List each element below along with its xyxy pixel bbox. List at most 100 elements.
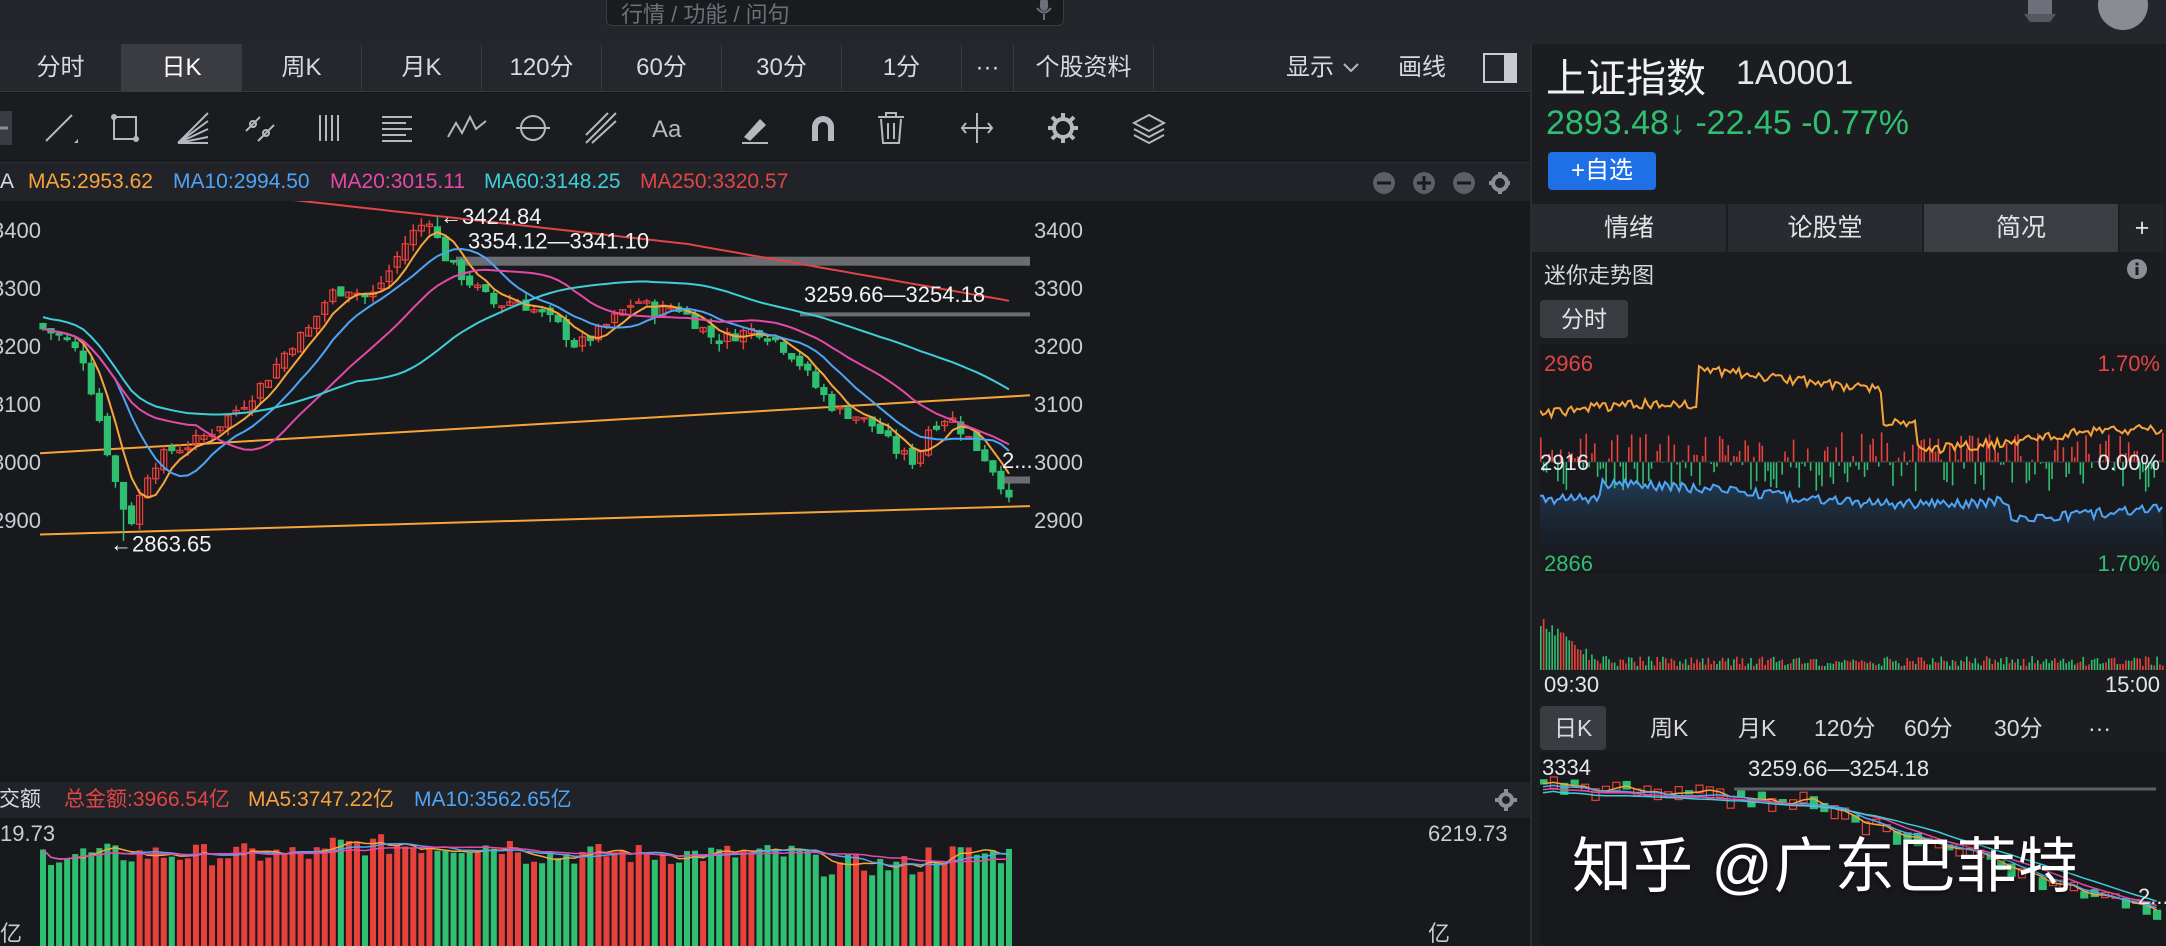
tab-profile[interactable]: 简况 xyxy=(1924,204,2120,252)
zoom-in-icon[interactable] xyxy=(1413,172,1435,194)
mini-time-start: 09:30 xyxy=(1544,672,1599,697)
mini-flow-bar xyxy=(1704,437,1707,462)
cycle-tool-icon[interactable] xyxy=(512,107,554,149)
add-watchlist-button[interactable]: +自选 xyxy=(1548,152,1656,190)
mini-volume-bar xyxy=(2062,658,2065,670)
mini-volume-bar xyxy=(1724,661,1727,670)
tab-30min[interactable]: 30分 xyxy=(722,44,842,92)
microphone-icon[interactable] xyxy=(1035,0,1053,21)
fibonacci-icon[interactable] xyxy=(376,107,418,149)
mini-volume-bar xyxy=(1789,663,1792,670)
candle-body xyxy=(997,470,1005,490)
candle-body xyxy=(95,392,103,422)
mini-tab-30min[interactable]: 30分 xyxy=(1994,706,2043,750)
tab-stock-profile[interactable]: 个股资料 xyxy=(1014,44,1154,92)
mini-tab-weekly-k[interactable]: 周K xyxy=(1650,706,1688,750)
volume-settings-icon[interactable] xyxy=(1494,788,1518,812)
volume-bar xyxy=(506,841,513,946)
info-icon[interactable] xyxy=(2126,258,2148,280)
mini-volume-bar xyxy=(1699,662,1701,670)
mini-volume-bar xyxy=(1679,661,1681,670)
candle-body xyxy=(449,259,458,263)
mini-volume-bar xyxy=(1778,660,1781,670)
draw-line-button[interactable]: 画线 xyxy=(1398,44,1446,92)
mini-flow-bar xyxy=(1755,462,1758,482)
panel-toggle-icon[interactable] xyxy=(1482,52,1518,84)
mini-tab-60min[interactable]: 60分 xyxy=(1904,706,1953,750)
search-input[interactable]: 行情 / 功能 / 问句 xyxy=(606,0,1064,27)
mini-tab-120min[interactable]: 120分 xyxy=(1814,706,1875,750)
mini-flow-bar xyxy=(1630,434,1633,462)
cycle-lines-icon[interactable] xyxy=(310,107,352,149)
share-icon[interactable] xyxy=(2020,0,2060,22)
mini-flow-bar xyxy=(1733,455,1735,462)
tab-fenshi[interactable]: 分时 xyxy=(0,44,122,92)
mini-volume-bar xyxy=(1727,658,1730,670)
price-annotation: ←3424.84 xyxy=(440,204,542,229)
gear-icon[interactable] xyxy=(1042,107,1084,149)
mini-volume-bar xyxy=(1772,656,1775,670)
line-tool-icon[interactable] xyxy=(38,107,80,149)
pitchfork-icon[interactable] xyxy=(580,107,622,149)
display-dropdown[interactable]: 显示 xyxy=(1286,44,1361,92)
channel-tool-icon[interactable] xyxy=(240,107,282,149)
tab-more[interactable]: ··· xyxy=(962,44,1014,92)
mini-volume-bar xyxy=(1608,659,1610,670)
hide-lines-icon[interactable] xyxy=(956,107,998,149)
mini-flow-bar xyxy=(1914,462,1917,492)
mini-flow-bar xyxy=(2085,435,2087,462)
mini-volume-bar xyxy=(2105,662,2107,670)
tab-120min[interactable]: 120分 xyxy=(482,44,602,92)
zoom-out-icon[interactable] xyxy=(1373,172,1395,194)
wave-tool-icon[interactable] xyxy=(446,107,488,149)
volume-bar xyxy=(321,848,328,946)
add-tab-button[interactable]: + xyxy=(2120,204,2166,252)
ma250-value: MA250:3320.57 xyxy=(640,170,789,193)
mini-tab-more[interactable]: ··· xyxy=(2088,706,2111,750)
mini-volume-bar xyxy=(1761,656,1764,670)
rectangle-tool-icon[interactable] xyxy=(104,107,146,149)
volume-bar xyxy=(305,858,312,946)
mini-volume-bar xyxy=(2031,656,2033,670)
mini-volume-bar xyxy=(1559,632,1562,670)
mini-volume-bar xyxy=(1846,660,1849,670)
mini-timeshare-button[interactable]: 分时 xyxy=(1540,300,1628,338)
collapse-icon[interactable] xyxy=(1453,172,1475,194)
chart-settings-icon[interactable] xyxy=(1489,172,1510,194)
tab-60min[interactable]: 60分 xyxy=(602,44,722,92)
tab-daily-k[interactable]: 日K xyxy=(122,44,242,92)
volume-bar xyxy=(88,852,95,946)
tab-weekly-k[interactable]: 周K xyxy=(242,44,362,92)
mini-tab-daily-k[interactable]: 日K xyxy=(1540,706,1607,750)
volume-bar xyxy=(514,852,521,946)
mini-volume-bar xyxy=(2102,663,2104,670)
mini-volume-bar xyxy=(1596,660,1599,670)
brush-icon[interactable] xyxy=(734,107,776,149)
text-tool-icon[interactable]: Aa xyxy=(648,107,690,149)
mini-candle xyxy=(1622,780,1631,790)
tab-1min[interactable]: 1分 xyxy=(842,44,962,92)
layers-icon[interactable] xyxy=(1128,107,1170,149)
mini-volume-bar xyxy=(2014,662,2016,670)
mini-volume-bar xyxy=(1545,628,1548,670)
cursor-icon[interactable] xyxy=(0,107,20,149)
mini-volume-bar xyxy=(1758,658,1761,670)
mini-volume-bar xyxy=(1704,664,1707,670)
magnet-icon[interactable] xyxy=(802,107,844,149)
mini-volume-bar xyxy=(1656,656,1659,670)
tab-forum[interactable]: 论股堂 xyxy=(1728,204,1924,252)
tab-sentiment[interactable]: 情绪 xyxy=(1532,204,1728,252)
y-tick-right: 3400 xyxy=(1034,218,1083,243)
mini-tab-monthly-k[interactable]: 月K xyxy=(1738,706,1776,750)
mini-flow-bar xyxy=(1877,462,1880,467)
mini-volume-bar xyxy=(2099,663,2102,670)
fan-tool-icon[interactable] xyxy=(172,107,214,149)
trash-icon[interactable] xyxy=(870,107,912,149)
tab-monthly-k[interactable]: 月K xyxy=(362,44,482,92)
volume-label: 成交额 xyxy=(0,788,41,811)
volume-bar xyxy=(756,848,763,946)
mini-flow-bar xyxy=(1948,443,1951,462)
kline-chart[interactable]: 3500340033003200310030002900 35003400330… xyxy=(0,201,1530,946)
mini-time-end: 15:00 xyxy=(2105,672,2160,697)
mini-flow-bar xyxy=(1951,462,1954,486)
